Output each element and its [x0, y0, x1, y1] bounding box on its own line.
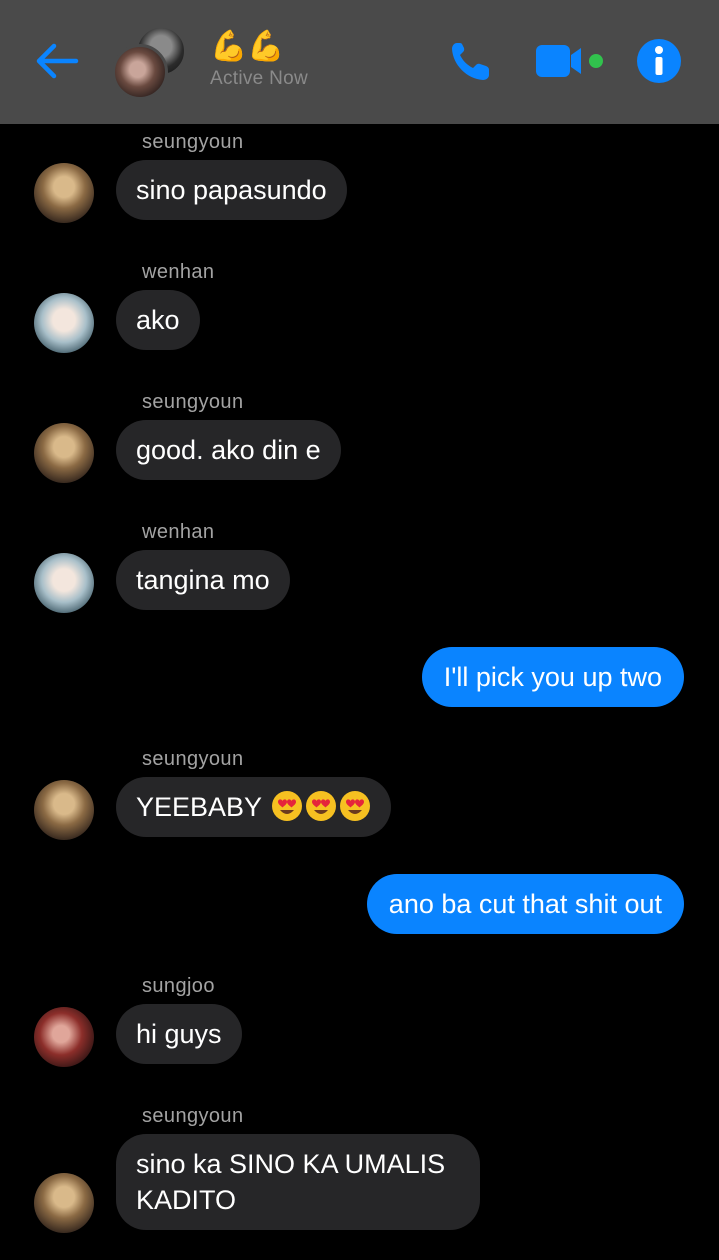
- heart-eyes-emoji-icon: [306, 791, 337, 822]
- sender-name: seungyoun: [142, 391, 244, 413]
- outgoing-message-bubble[interactable]: I'll pick you up two: [421, 647, 684, 707]
- chat-header: 💪💪 Active Now: [0, 0, 719, 124]
- sender-name: seungyoun: [142, 131, 244, 153]
- message-text: YEEBABY: [136, 792, 262, 822]
- avatar[interactable]: [34, 780, 94, 840]
- avatar[interactable]: [34, 423, 94, 483]
- message-bubble[interactable]: good. ako din e: [116, 420, 341, 480]
- sender-name: sungjoo: [142, 975, 215, 997]
- sender-name: seungyoun: [142, 1105, 244, 1127]
- group-avatar[interactable]: [112, 26, 186, 100]
- avatar[interactable]: [34, 1007, 94, 1067]
- conversation-title[interactable]: 💪💪: [210, 30, 285, 64]
- message-bubble[interactable]: ako: [116, 290, 200, 350]
- heart-eyes-emoji-icon: [340, 791, 371, 822]
- sender-name: seungyoun: [142, 748, 244, 770]
- phone-icon[interactable]: [448, 38, 494, 84]
- message-bubble[interactable]: sino ka SINO KA UMALIS KADITO: [116, 1134, 480, 1230]
- sender-name: wenhan: [142, 261, 215, 283]
- video-camera-icon[interactable]: [536, 42, 606, 80]
- back-arrow-icon[interactable]: [34, 40, 80, 82]
- avatar[interactable]: [34, 553, 94, 613]
- sender-name: wenhan: [142, 521, 215, 543]
- info-icon[interactable]: [636, 38, 682, 84]
- outgoing-message-bubble[interactable]: ano ba cut that shit out: [366, 874, 684, 934]
- message-bubble[interactable]: tangina mo: [116, 550, 290, 610]
- avatar[interactable]: [34, 163, 94, 223]
- message-bubble[interactable]: sino papasundo: [116, 160, 347, 220]
- avatar[interactable]: [34, 1173, 94, 1233]
- message-bubble[interactable]: YEEBABY: [116, 777, 392, 837]
- message-bubble[interactable]: hi guys: [116, 1004, 242, 1064]
- heart-eyes-emoji-icon: [272, 791, 303, 822]
- active-status: Active Now: [210, 68, 309, 89]
- avatar: [112, 44, 168, 100]
- avatar[interactable]: [34, 293, 94, 353]
